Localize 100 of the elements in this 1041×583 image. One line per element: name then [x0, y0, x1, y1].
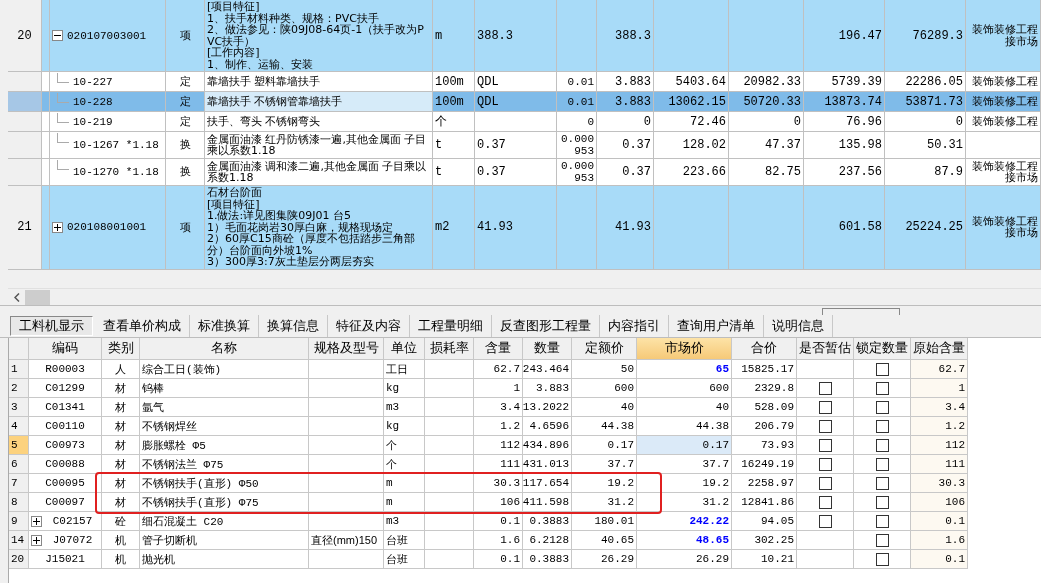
- table-cell: 37.7: [572, 455, 637, 474]
- table-row[interactable]: 10-228 定 靠墙扶手 不锈钢管靠墙扶手 100m QDL 0.01 3.883 13062.15 50720.33 13873.74 53871.73 装饰装修工程: [8, 92, 1041, 112]
- table-cell: 0: [955, 115, 963, 128]
- checkbox[interactable]: [875, 400, 889, 414]
- checkbox[interactable]: [818, 438, 832, 452]
- checkbox[interactable]: [818, 457, 832, 471]
- table-cell: 25224.25: [905, 221, 963, 234]
- checkbox[interactable]: [875, 438, 889, 452]
- table-cell: 117.654: [523, 474, 572, 493]
- column-header[interactable]: 规格及型号: [309, 338, 384, 360]
- checkbox[interactable]: [875, 495, 889, 509]
- column-header[interactable]: 类别: [102, 338, 140, 360]
- table-cell: 44.38: [572, 417, 637, 436]
- table-cell: 装饰装修工程: [972, 95, 1038, 108]
- column-header[interactable]: 市场价: [637, 338, 732, 360]
- column-header[interactable]: 定额价: [572, 338, 637, 360]
- table-cell: t: [435, 139, 443, 151]
- checkbox[interactable]: [875, 419, 889, 433]
- empty-cell: [425, 417, 474, 436]
- checkbox[interactable]: [818, 419, 832, 433]
- table-row[interactable]: 10-227 定 靠墙扶手 塑料靠墙扶手 100m QDL 0.01 3.883 5403.64 20982.33 5739.39 22286.05 装饰装修工程: [8, 72, 1041, 92]
- table-cell: 0.17: [702, 439, 729, 451]
- row-number[interactable]: 5: [9, 436, 29, 455]
- table-cell: 机: [102, 550, 140, 569]
- splitter-handle[interactable]: [822, 308, 900, 315]
- table-cell: 73.93: [732, 436, 797, 455]
- table-cell: m: [435, 29, 443, 42]
- row-number[interactable]: 3: [9, 398, 29, 417]
- checkbox[interactable]: [875, 381, 889, 395]
- expand-button[interactable]: [31, 534, 42, 546]
- table-cell: 22286.05: [905, 75, 963, 88]
- table-cell: 细石混凝土 C20: [140, 512, 309, 531]
- checkbox[interactable]: [875, 362, 889, 376]
- column-header[interactable]: 单位: [384, 338, 425, 360]
- checkbox[interactable]: [818, 514, 832, 528]
- column-header[interactable]: 损耗率: [425, 338, 474, 360]
- column-header[interactable]: 合价: [732, 338, 797, 360]
- item-description: 金属面油漆 红丹防锈漆一遍,其他金属面 子目乘以系数1.18: [207, 133, 428, 157]
- item-code: C01299: [45, 382, 85, 394]
- row-number[interactable]: 9: [9, 512, 29, 531]
- table-cell: 3.4: [474, 398, 523, 417]
- column-header[interactable]: 是否暂估: [797, 338, 854, 360]
- checkbox[interactable]: [875, 514, 889, 528]
- table-cell: 直径(mm)150: [309, 531, 384, 550]
- table-cell: 1.6: [474, 531, 523, 550]
- empty-cell: [425, 398, 474, 417]
- column-header[interactable]: 编码: [29, 338, 102, 360]
- table-cell-text: 0.000953: [560, 160, 594, 184]
- expand-button[interactable]: [52, 221, 63, 233]
- column-header[interactable]: 原始含量: [911, 338, 968, 360]
- row-number[interactable]: 2: [9, 379, 29, 398]
- scrollbar-thumb[interactable]: [25, 290, 50, 305]
- table-cell: 15825.17: [732, 360, 797, 379]
- table-cell: 40: [715, 401, 729, 413]
- table-cell: 20982.33: [743, 75, 801, 88]
- checkbox[interactable]: [875, 457, 889, 471]
- table-cell: 项: [179, 221, 191, 233]
- column-header[interactable]: 锁定数量: [854, 338, 911, 360]
- table-cell: 氩气: [140, 398, 309, 417]
- checkbox[interactable]: [818, 495, 832, 509]
- checkbox[interactable]: [875, 476, 889, 490]
- tab[interactable]: 工料机显示: [10, 316, 93, 336]
- table-cell: 50: [572, 360, 637, 379]
- table-cell: 材: [102, 493, 140, 512]
- column-header[interactable]: 数量: [523, 338, 572, 360]
- row-number[interactable]: 20: [9, 550, 29, 569]
- row-number[interactable]: 7: [9, 474, 29, 493]
- table-cell: 40.65: [572, 531, 637, 550]
- tree-connector: [57, 133, 69, 143]
- table-row[interactable]: 10-219 定 扶手、弯头 不锈钢弯头 个 0 0 72.46 0 76.96 0 装饰装修工程: [8, 112, 1041, 132]
- column-header[interactable]: 含量: [474, 338, 523, 360]
- table-cell: 13.2022: [523, 398, 572, 417]
- row-number[interactable]: 4: [9, 417, 29, 436]
- row-number[interactable]: 8: [9, 493, 29, 512]
- table-cell: 41.93: [615, 221, 651, 234]
- table-cell: 5739.39: [831, 75, 882, 88]
- checkbox[interactable]: [818, 400, 832, 414]
- table-cell: 材: [102, 436, 140, 455]
- table-cell-text: 装饰装修工程接市场: [971, 160, 1038, 184]
- table-cell: 76289.3: [912, 29, 963, 42]
- item-description: 靠墙扶手 塑料靠墙扶手: [207, 75, 321, 88]
- empty-cell: [425, 550, 474, 569]
- checkbox[interactable]: [818, 381, 832, 395]
- row-number[interactable]: 1: [9, 360, 29, 379]
- table-cell: 换: [179, 166, 191, 178]
- checkbox[interactable]: [875, 552, 889, 566]
- row-number[interactable]: 14: [9, 531, 29, 550]
- column-header[interactable]: 名称: [140, 338, 309, 360]
- table-cell: 44.38: [696, 420, 729, 432]
- item-code: C00095: [45, 477, 85, 489]
- expand-button[interactable]: [31, 515, 42, 527]
- empty-cell: [425, 436, 474, 455]
- item-description: 靠墙扶手 不锈钢管靠墙扶手: [207, 95, 343, 108]
- empty-cell: [425, 474, 474, 493]
- collapse-button[interactable]: [52, 30, 63, 41]
- checkbox[interactable]: [875, 533, 889, 547]
- row-number[interactable]: 6: [9, 455, 29, 474]
- table-cell: 个: [384, 455, 425, 474]
- table-cell: 434.896: [523, 436, 572, 455]
- checkbox[interactable]: [818, 476, 832, 490]
